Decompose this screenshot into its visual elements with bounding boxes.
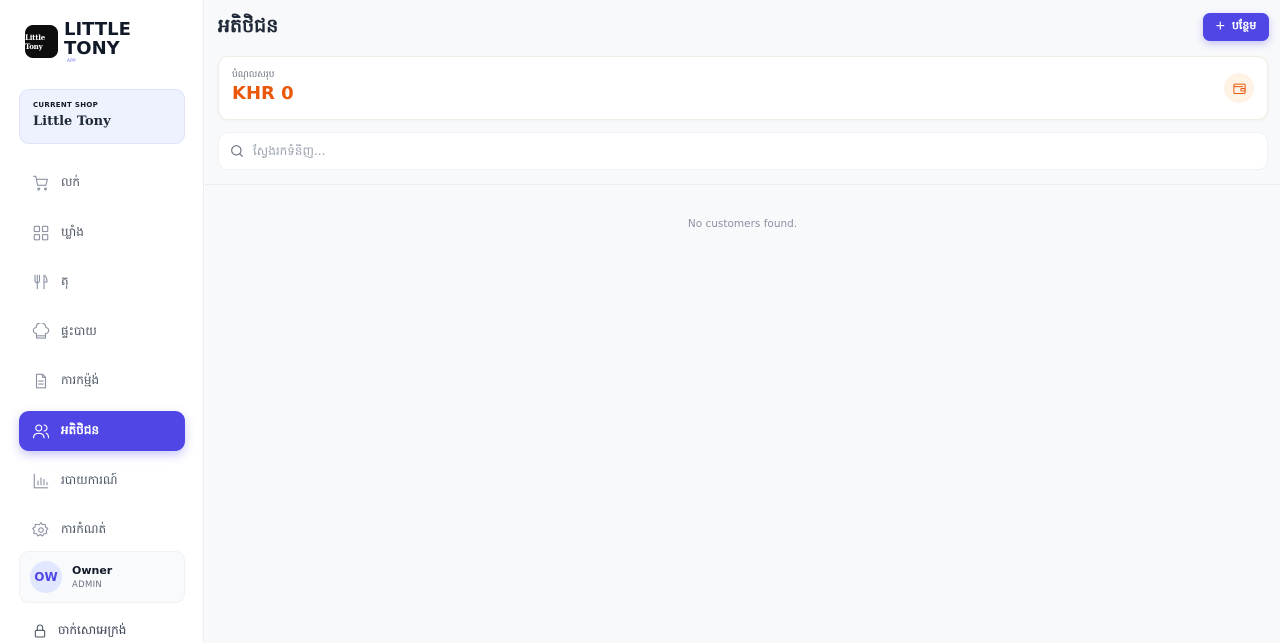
plus-icon: + (1215, 18, 1225, 35)
document-icon (32, 372, 50, 390)
search-input[interactable] (253, 144, 1253, 158)
sidebar-item-label: ឃ្លាំង (61, 224, 84, 239)
sidebar-item-label: លក់ (61, 175, 81, 189)
shop-caption: CURRENT SHOP (33, 101, 99, 109)
lock-icon (34, 624, 46, 638)
bar-chart-icon (32, 472, 50, 490)
empty-state-message: No customers found. (687, 218, 798, 230)
chef-hat-icon (32, 322, 50, 341)
add-customer-button[interactable]: + បន្ថែម (1203, 13, 1269, 41)
sidebar-item-label: តុ (61, 274, 69, 289)
sidebar-item-settings[interactable]: ការកំណត់ (19, 510, 185, 550)
brand-name: LITTLE TONY (64, 19, 131, 59)
sidebar-item-label: អតិថិជន (61, 422, 100, 437)
cart-icon (32, 174, 50, 192)
lock-screen-label: ចាក់សោអេក្រង់ (58, 623, 127, 637)
users-icon (32, 422, 50, 440)
brand-text: LITTLE TONY APP (64, 20, 144, 63)
sidebar-item-label: ផ្ទះបាយ (61, 323, 97, 338)
sidebar-item-sales[interactable]: លក់ (19, 163, 185, 203)
gear-icon (32, 521, 50, 539)
utensils-icon (32, 273, 50, 291)
shop-name: Little Tony (33, 114, 111, 129)
brand-logo: Little Tony (25, 25, 58, 58)
sidebar: Little Tony LITTLE TONY APP CURRENT SHOP… (0, 0, 204, 643)
user-role: ADMIN (72, 580, 103, 590)
avatar: OW (30, 561, 62, 593)
sidebar-item-label: ការកម្ម៉ង់ (61, 373, 100, 388)
page-title: អតិថិជន (218, 15, 279, 37)
search-box (218, 132, 1268, 170)
sidebar-nav: លក់ ឃ្លាំង តុ ផ្ទះបាយ ការកម្ម៉ង់ អតិថិជន… (19, 163, 185, 560)
user-card[interactable]: OW Owner ADMIN (19, 551, 185, 603)
sidebar-item-tables[interactable]: តុ (19, 262, 185, 302)
sidebar-item-inventory[interactable]: ឃ្លាំង (19, 213, 185, 253)
total-debt-value: KHR 0 (232, 83, 294, 104)
sidebar-item-reports[interactable]: របាយការណ៍ (19, 461, 185, 501)
divider (205, 184, 1280, 185)
sidebar-item-label: របាយការណ៍ (61, 472, 118, 487)
lock-screen-button[interactable]: ចាក់សោអេក្រង់ (32, 622, 126, 640)
sidebar-item-label: ការកំណត់ (61, 522, 107, 537)
current-shop-card[interactable]: CURRENT SHOP Little Tony (19, 89, 185, 144)
search-icon (231, 145, 243, 157)
total-debt-label: បំណុលសរុប (232, 70, 275, 80)
total-debt-card: បំណុលសរុប KHR 0 (218, 56, 1268, 120)
grid-icon (32, 224, 50, 242)
add-button-label: បន្ថែម (1231, 20, 1257, 32)
brand: Little Tony LITTLE TONY APP (25, 20, 144, 63)
sidebar-item-kitchen[interactable]: ផ្ទះបាយ (19, 312, 185, 352)
wallet-icon (1224, 73, 1254, 103)
user-name: Owner (72, 564, 113, 577)
sidebar-item-customers[interactable]: អតិថិជន (19, 410, 185, 451)
sidebar-item-orders[interactable]: ការកម្ម៉ង់ (19, 361, 185, 401)
user-info: Owner ADMIN (72, 564, 112, 590)
